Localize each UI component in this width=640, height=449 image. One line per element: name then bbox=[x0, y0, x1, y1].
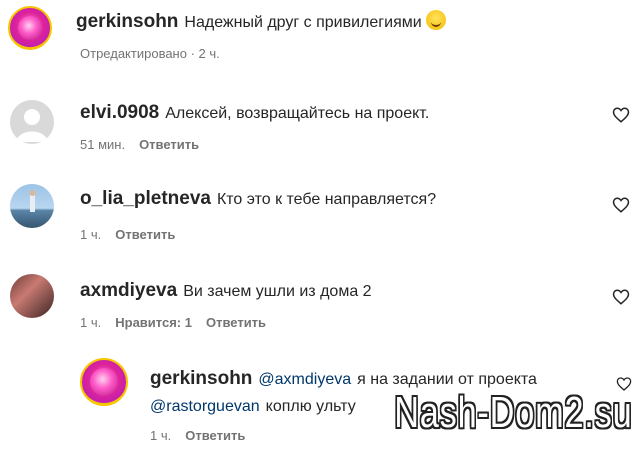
comment-time: 1 ч. bbox=[80, 315, 102, 330]
heart-icon[interactable] bbox=[612, 288, 630, 306]
avatar[interactable] bbox=[80, 358, 128, 406]
comment-time: 1 ч. bbox=[150, 428, 172, 443]
comment-text: Надежный друг с привилегиями bbox=[184, 14, 422, 31]
mention-link[interactable]: @rastorguevan bbox=[150, 398, 260, 415]
heart-icon[interactable] bbox=[612, 106, 630, 124]
watermark: Nash-Dom2.su bbox=[393, 388, 632, 437]
username[interactable]: axmdiyeva bbox=[80, 280, 177, 301]
avatar[interactable] bbox=[10, 274, 54, 318]
username[interactable]: gerkinsohn bbox=[76, 11, 178, 32]
reply-button[interactable]: Ответить bbox=[115, 227, 175, 242]
comment-time: 1 ч. bbox=[80, 227, 102, 242]
reply-button[interactable]: Ответить bbox=[185, 428, 245, 443]
avatar[interactable] bbox=[10, 100, 54, 144]
likes-count[interactable]: Нравится: 1 bbox=[115, 315, 192, 330]
username[interactable]: gerkinsohn bbox=[150, 368, 252, 389]
smile-emoji-icon bbox=[425, 10, 446, 30]
mention-link[interactable]: @axmdiyeva bbox=[258, 371, 351, 388]
comment-text: Алексей, возвращайтесь на проект. bbox=[165, 105, 430, 122]
reply-button[interactable]: Ответить bbox=[139, 137, 199, 152]
reply-button[interactable]: Ответить bbox=[206, 315, 266, 330]
comment-text: я на задании от проекта bbox=[357, 371, 537, 388]
avatar[interactable] bbox=[10, 184, 54, 228]
comment-text: коплю ульту bbox=[265, 398, 356, 415]
avatar[interactable] bbox=[8, 6, 52, 50]
comment-time: 51 мин. bbox=[80, 137, 126, 152]
heart-icon[interactable] bbox=[612, 196, 630, 214]
comment-time: Отредактировано · 2 ч. bbox=[80, 46, 220, 61]
comment-text: Ви зачем ушли из дома 2 bbox=[183, 283, 372, 300]
username[interactable]: o_lia_pletneva bbox=[80, 188, 211, 209]
username[interactable]: elvi.0908 bbox=[80, 102, 159, 123]
comment-text: Кто это к тебе направляется? bbox=[216, 191, 437, 208]
